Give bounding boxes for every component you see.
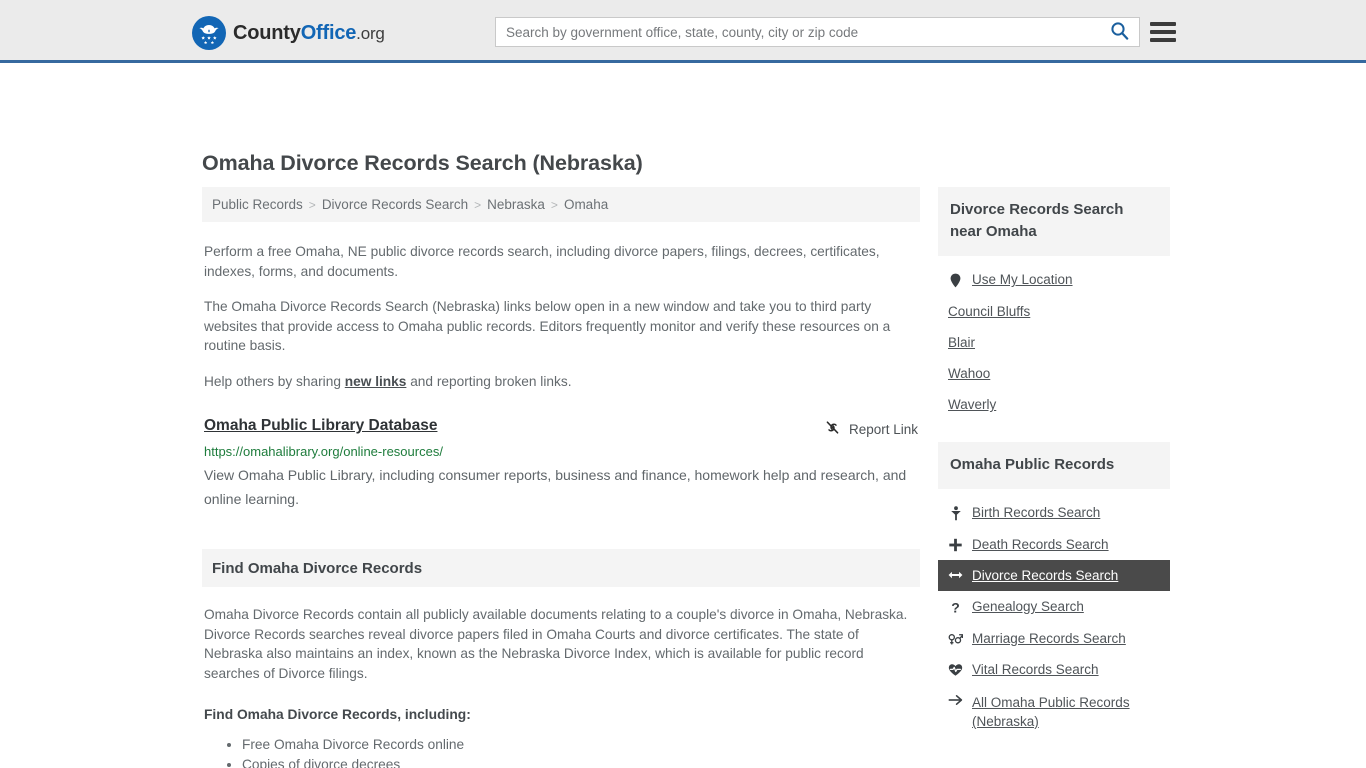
intro-p3-before: Help others by sharing: [204, 373, 345, 389]
result-header: Omaha Public Library Database Report Lin…: [204, 417, 918, 439]
svg-text:?: ?: [951, 600, 960, 615]
site-logo[interactable]: CountyOffice.org: [192, 16, 385, 50]
sidebar-item-divorce-records-search[interactable]: Divorce Records Search: [938, 560, 1170, 591]
result-item: Omaha Public Library Database Report Lin…: [202, 417, 920, 511]
sidebar-item-all-omaha-public-records[interactable]: All Omaha Public Records (Nebraska): [938, 685, 1170, 739]
card-divorce-records-near-omaha: Divorce Records Search near Omaha Use My…: [938, 187, 1170, 420]
logo-text-county: County: [233, 21, 301, 44]
cross-icon: [948, 537, 963, 552]
logo-text-office: Office: [300, 21, 357, 44]
breadcrumb-item-nebraska[interactable]: Nebraska: [487, 197, 545, 212]
sidebar-item-vital-records-search[interactable]: Vital Records Search: [938, 654, 1170, 685]
logo-text-org: .org: [356, 23, 385, 43]
sidebar-link-label[interactable]: Council Bluffs: [948, 304, 1030, 319]
sidebar-link-label[interactable]: Death Records Search: [972, 537, 1109, 552]
intro-paragraph-1: Perform a free Omaha, NE public divorce …: [204, 244, 880, 279]
sidebar-link-label[interactable]: All Omaha Public Records (Nebraska): [972, 693, 1160, 731]
sidebar-item-birth-records-search[interactable]: Birth Records Search: [938, 497, 1170, 529]
intro-p3-after: and reporting broken links.: [406, 373, 572, 389]
breadcrumb-item-public-records[interactable]: Public Records: [212, 197, 303, 212]
search-button[interactable]: [1099, 18, 1139, 46]
sidebar-item-use-my-location[interactable]: Use My Location: [938, 264, 1170, 296]
card-header: Omaha Public Records: [938, 442, 1170, 489]
arrow-right-icon: [948, 693, 963, 706]
find-records-heading-band: Find Omaha Divorce Records: [202, 549, 920, 587]
sidebar-item-blair[interactable]: Blair: [938, 327, 1170, 358]
hamburger-bar: [1150, 38, 1176, 42]
logo-text: CountyOffice.org: [233, 22, 385, 45]
page-title: Omaha Divorce Records Search (Nebraska): [202, 151, 643, 175]
card-omaha-public-records: Omaha Public Records Birth Records Searc…: [938, 442, 1170, 739]
sidebar-link-label[interactable]: Blair: [948, 335, 975, 350]
sidebar: Divorce Records Search near Omaha Use My…: [938, 187, 1170, 739]
left-right-arrow-icon: [948, 568, 963, 581]
sidebar-link-label[interactable]: Marriage Records Search: [972, 631, 1126, 646]
intro-paragraph-3: Help others by sharing new links and rep…: [204, 372, 918, 392]
card-header: Divorce Records Search near Omaha: [938, 187, 1170, 256]
find-records-heading: Find Omaha Divorce Records: [212, 559, 423, 577]
search-input[interactable]: [496, 18, 1099, 46]
hamburger-bar: [1150, 30, 1176, 34]
baby-icon: [948, 505, 963, 521]
sidebar-link-label[interactable]: Divorce Records Search: [972, 568, 1118, 583]
find-records-list-heading: Find Omaha Divorce Records, including:: [204, 707, 471, 722]
sidebar-link-label[interactable]: Genealogy Search: [972, 599, 1084, 614]
sidebar-link-label[interactable]: Use My Location: [972, 272, 1073, 287]
find-records-paragraph: Omaha Divorce Records contain all public…: [204, 607, 908, 681]
search-bar[interactable]: [495, 17, 1140, 47]
card-body: Use My Location Council Bluffs Blair Wah…: [938, 256, 1170, 420]
result-url[interactable]: https://omahalibrary.org/online-resource…: [204, 444, 918, 459]
sidebar-link-label[interactable]: Birth Records Search: [972, 505, 1100, 520]
sidebar-link-label[interactable]: Waverly: [948, 397, 996, 412]
broken-link-icon: [824, 419, 841, 439]
main-content: Public Records > Divorce Records Search …: [202, 187, 920, 768]
venus-mars-icon: [948, 631, 963, 646]
question-mark-icon: ?: [948, 599, 963, 615]
sidebar-link-label[interactable]: Wahoo: [948, 366, 990, 381]
site-header: CountyOffice.org: [0, 0, 1366, 63]
list-item: Copies of divorce decrees: [242, 755, 918, 768]
sidebar-link-label[interactable]: Vital Records Search: [972, 662, 1099, 677]
result-description: View Omaha Public Library, including con…: [204, 467, 907, 507]
find-records-body: Omaha Divorce Records contain all public…: [202, 605, 920, 768]
breadcrumb-separator: >: [308, 197, 316, 212]
breadcrumb-item-divorce-records-search[interactable]: Divorce Records Search: [322, 197, 468, 212]
sidebar-item-council-bluffs[interactable]: Council Bluffs: [938, 296, 1170, 327]
hamburger-bar: [1150, 22, 1176, 26]
search-icon: [1110, 21, 1129, 43]
breadcrumb-separator: >: [474, 197, 482, 212]
list-item: Free Omaha Divorce Records online: [242, 735, 918, 755]
sidebar-item-genealogy-search[interactable]: ? Genealogy Search: [938, 591, 1170, 623]
sidebar-item-marriage-records-search[interactable]: Marriage Records Search: [938, 623, 1170, 654]
card-title: Omaha Public Records: [950, 456, 1115, 473]
breadcrumb-separator: >: [550, 197, 558, 212]
card-title: Divorce Records Search near Omaha: [950, 201, 1124, 240]
new-links-link[interactable]: new links: [345, 374, 407, 389]
heart-pulse-icon: [948, 662, 963, 677]
location-pin-icon: [948, 272, 963, 288]
breadcrumb-item-omaha[interactable]: Omaha: [564, 197, 608, 212]
intro-text: Perform a free Omaha, NE public divorce …: [202, 242, 920, 391]
breadcrumb: Public Records > Divorce Records Search …: [202, 187, 920, 222]
sidebar-item-death-records-search[interactable]: Death Records Search: [938, 529, 1170, 560]
report-link-label: Report Link: [848, 421, 918, 437]
sidebar-item-wahoo[interactable]: Wahoo: [938, 358, 1170, 389]
report-link-button[interactable]: Report Link: [824, 417, 918, 439]
find-records-list: Free Omaha Divorce Records online Copies…: [204, 735, 918, 768]
hamburger-menu-icon[interactable]: [1150, 19, 1176, 45]
result-title-link[interactable]: Omaha Public Library Database: [204, 417, 437, 435]
card-body: Birth Records Search Death Records Searc…: [938, 489, 1170, 739]
sidebar-item-waverly[interactable]: Waverly: [938, 389, 1170, 420]
intro-paragraph-2: The Omaha Divorce Records Search (Nebras…: [204, 299, 891, 353]
eagle-shield-logo-icon: [192, 16, 226, 50]
